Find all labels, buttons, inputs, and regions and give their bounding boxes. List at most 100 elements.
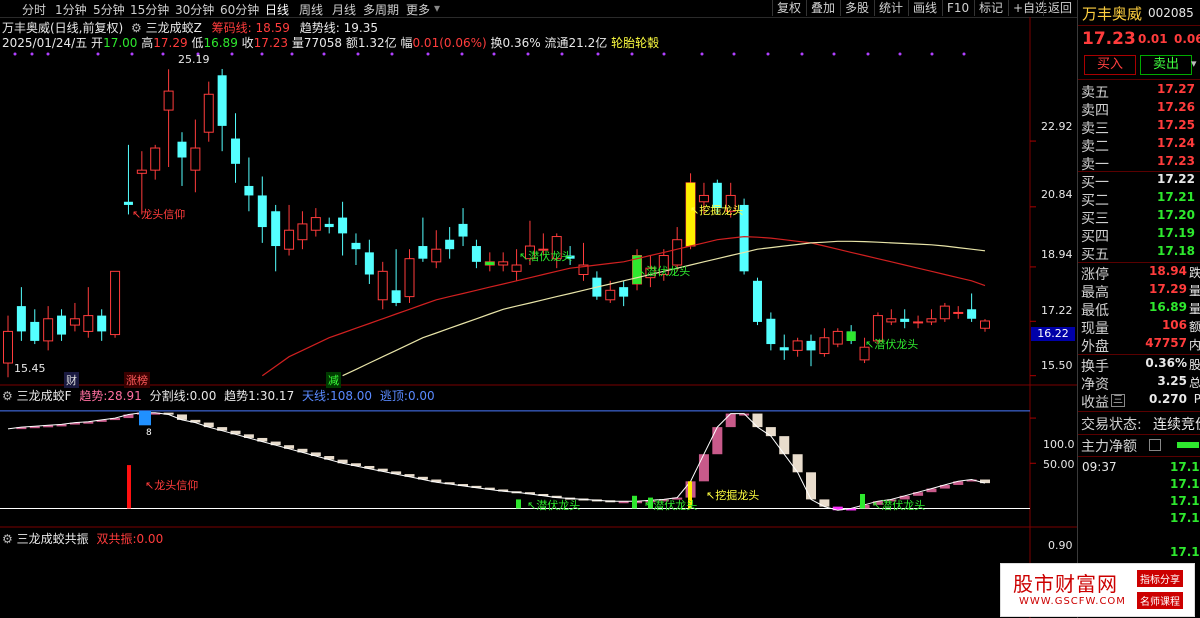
- candle: [418, 217, 428, 262]
- top-dot: [30, 52, 34, 56]
- candle-body: [217, 75, 227, 126]
- candle-body: [257, 195, 267, 228]
- bid-5[interactable]: 买五 17.18: [1081, 244, 1200, 263]
- y-tick-2: 20.84: [1041, 188, 1073, 201]
- candle-body: [110, 270, 121, 336]
- gear-icon[interactable]: ⚙: [2, 532, 13, 546]
- candle: [30, 309, 40, 345]
- candle-body: [471, 246, 481, 262]
- top-dot: [866, 52, 870, 56]
- stat-low: 最低 16.89 量: [1081, 300, 1200, 319]
- marker-finance[interactable]: 财: [64, 372, 79, 388]
- current-price-tag: 16.22: [1031, 327, 1075, 341]
- price-change: 0.01: [1138, 32, 1168, 46]
- watermark-url: WWW.GSCFW.COM: [1019, 596, 1126, 607]
- sub-annotation-qianfu-3: ↖潜伏龙头: [872, 499, 926, 512]
- top-dot: [766, 52, 770, 56]
- sell-button[interactable]: 卖出: [1140, 55, 1192, 75]
- highlight-candle: [485, 261, 495, 266]
- candle: [779, 334, 789, 360]
- candle-body: [819, 337, 830, 355]
- tick-5: 17.10: [1170, 545, 1200, 559]
- annotation-qianfu-2: ↖潜伏龙头: [637, 265, 691, 278]
- candle-body: [391, 290, 401, 303]
- candle: [766, 312, 776, 351]
- candle: [244, 157, 254, 212]
- sub-bar: [752, 413, 763, 428]
- candle-body: [324, 223, 334, 228]
- candle: [364, 239, 374, 284]
- candle: [886, 309, 897, 326]
- sub-trend-value: 28.91: [107, 389, 142, 403]
- buy-button[interactable]: 买入: [1084, 55, 1136, 75]
- candle-body: [244, 185, 254, 196]
- top-dot: [96, 52, 100, 56]
- annotation-wajue: ↖挖掘龙头: [690, 204, 744, 217]
- eps-badge[interactable]: 三: [1111, 394, 1125, 407]
- sub-split-value: 0.00: [189, 389, 217, 403]
- sub-annotation-qianfu-1: ↖潜伏龙头: [527, 499, 581, 512]
- ask-3[interactable]: 卖三 17.25: [1081, 118, 1200, 137]
- sub-annotation-qianfu-2: ↖潜伏龙头: [644, 499, 698, 512]
- candle-body: [364, 252, 374, 275]
- candle: [592, 271, 602, 300]
- ask-2[interactable]: 卖二 17.24: [1081, 136, 1200, 155]
- bid-3[interactable]: 买三 17.20: [1081, 208, 1200, 227]
- candle: [578, 242, 589, 281]
- candle-body: [792, 340, 803, 351]
- sub-indicator-name[interactable]: 三龙成蛟F: [17, 389, 72, 403]
- dropdown-icon[interactable]: ▾: [1191, 57, 1197, 70]
- fin-net-asset: 净资 3.25 总: [1081, 374, 1200, 393]
- candle-body: [619, 287, 629, 297]
- tick-4: 17.13: [1170, 511, 1200, 525]
- candle-body: [511, 264, 522, 272]
- marker-reduce[interactable]: 减: [326, 372, 341, 388]
- candle-body: [203, 93, 214, 133]
- list-icon[interactable]: [1149, 439, 1161, 451]
- fin-turnover: 换手 0.36% 股: [1081, 356, 1200, 375]
- sub-chart2-header: ⚙ 三龙成蛟共振 双共振:0.00: [2, 530, 163, 547]
- quote-panel: 万丰奥威 002085 17.23 0.01 0.06 买入 卖出 ▾ 卖五 17…: [1077, 0, 1200, 618]
- candle: [83, 287, 94, 338]
- sub-bar: [806, 472, 817, 500]
- candle-body: [939, 305, 950, 320]
- kline-chart[interactable]: [0, 0, 1077, 618]
- ask-5[interactable]: 卖五 17.27: [1081, 82, 1200, 101]
- candle-body: [766, 318, 776, 345]
- candle-body: [136, 169, 147, 174]
- candle: [900, 309, 910, 329]
- ask-1[interactable]: 卖一 17.23: [1081, 154, 1200, 173]
- sub-sky-label: 天线:: [302, 389, 331, 403]
- sub-sky-value: 108.00: [330, 389, 373, 403]
- candle-body: [351, 242, 361, 250]
- bid-1[interactable]: 买一 17.22: [1081, 172, 1200, 191]
- sub-bar: [712, 427, 723, 455]
- sub2-indicator-name[interactable]: 三龙成蛟共振: [17, 532, 89, 546]
- candle-body: [926, 318, 937, 323]
- top-dot: [322, 52, 326, 56]
- bid-4[interactable]: 买四 17.19: [1081, 226, 1200, 245]
- candle-body: [30, 321, 40, 341]
- candle: [136, 151, 147, 215]
- bid-2[interactable]: 买二 17.21: [1081, 190, 1200, 209]
- candle: [3, 315, 13, 378]
- signal-bar-red: [127, 465, 131, 509]
- ask-4[interactable]: 卖四 17.26: [1081, 100, 1200, 119]
- sub-bar: [819, 499, 830, 507]
- candle-body: [967, 309, 977, 319]
- marker-limit-up[interactable]: 涨榜: [124, 372, 150, 388]
- main-capital[interactable]: 主力净额: [1081, 436, 1200, 455]
- candle-body: [284, 229, 295, 250]
- top-dot: [390, 52, 394, 56]
- gear-icon[interactable]: ⚙: [2, 389, 13, 403]
- candle: [458, 208, 468, 247]
- sub-chart-header: ⚙ 三龙成蛟F 趋势:28.91 分割线:0.00 趋势1:30.17 天线:1…: [2, 387, 435, 404]
- candle: [163, 69, 174, 167]
- candle-body: [163, 90, 174, 111]
- top-dot: [800, 52, 804, 56]
- candle: [57, 309, 67, 341]
- candle: [16, 287, 26, 341]
- candles: [3, 68, 990, 378]
- top-dot: [526, 52, 530, 56]
- candle: [431, 230, 442, 269]
